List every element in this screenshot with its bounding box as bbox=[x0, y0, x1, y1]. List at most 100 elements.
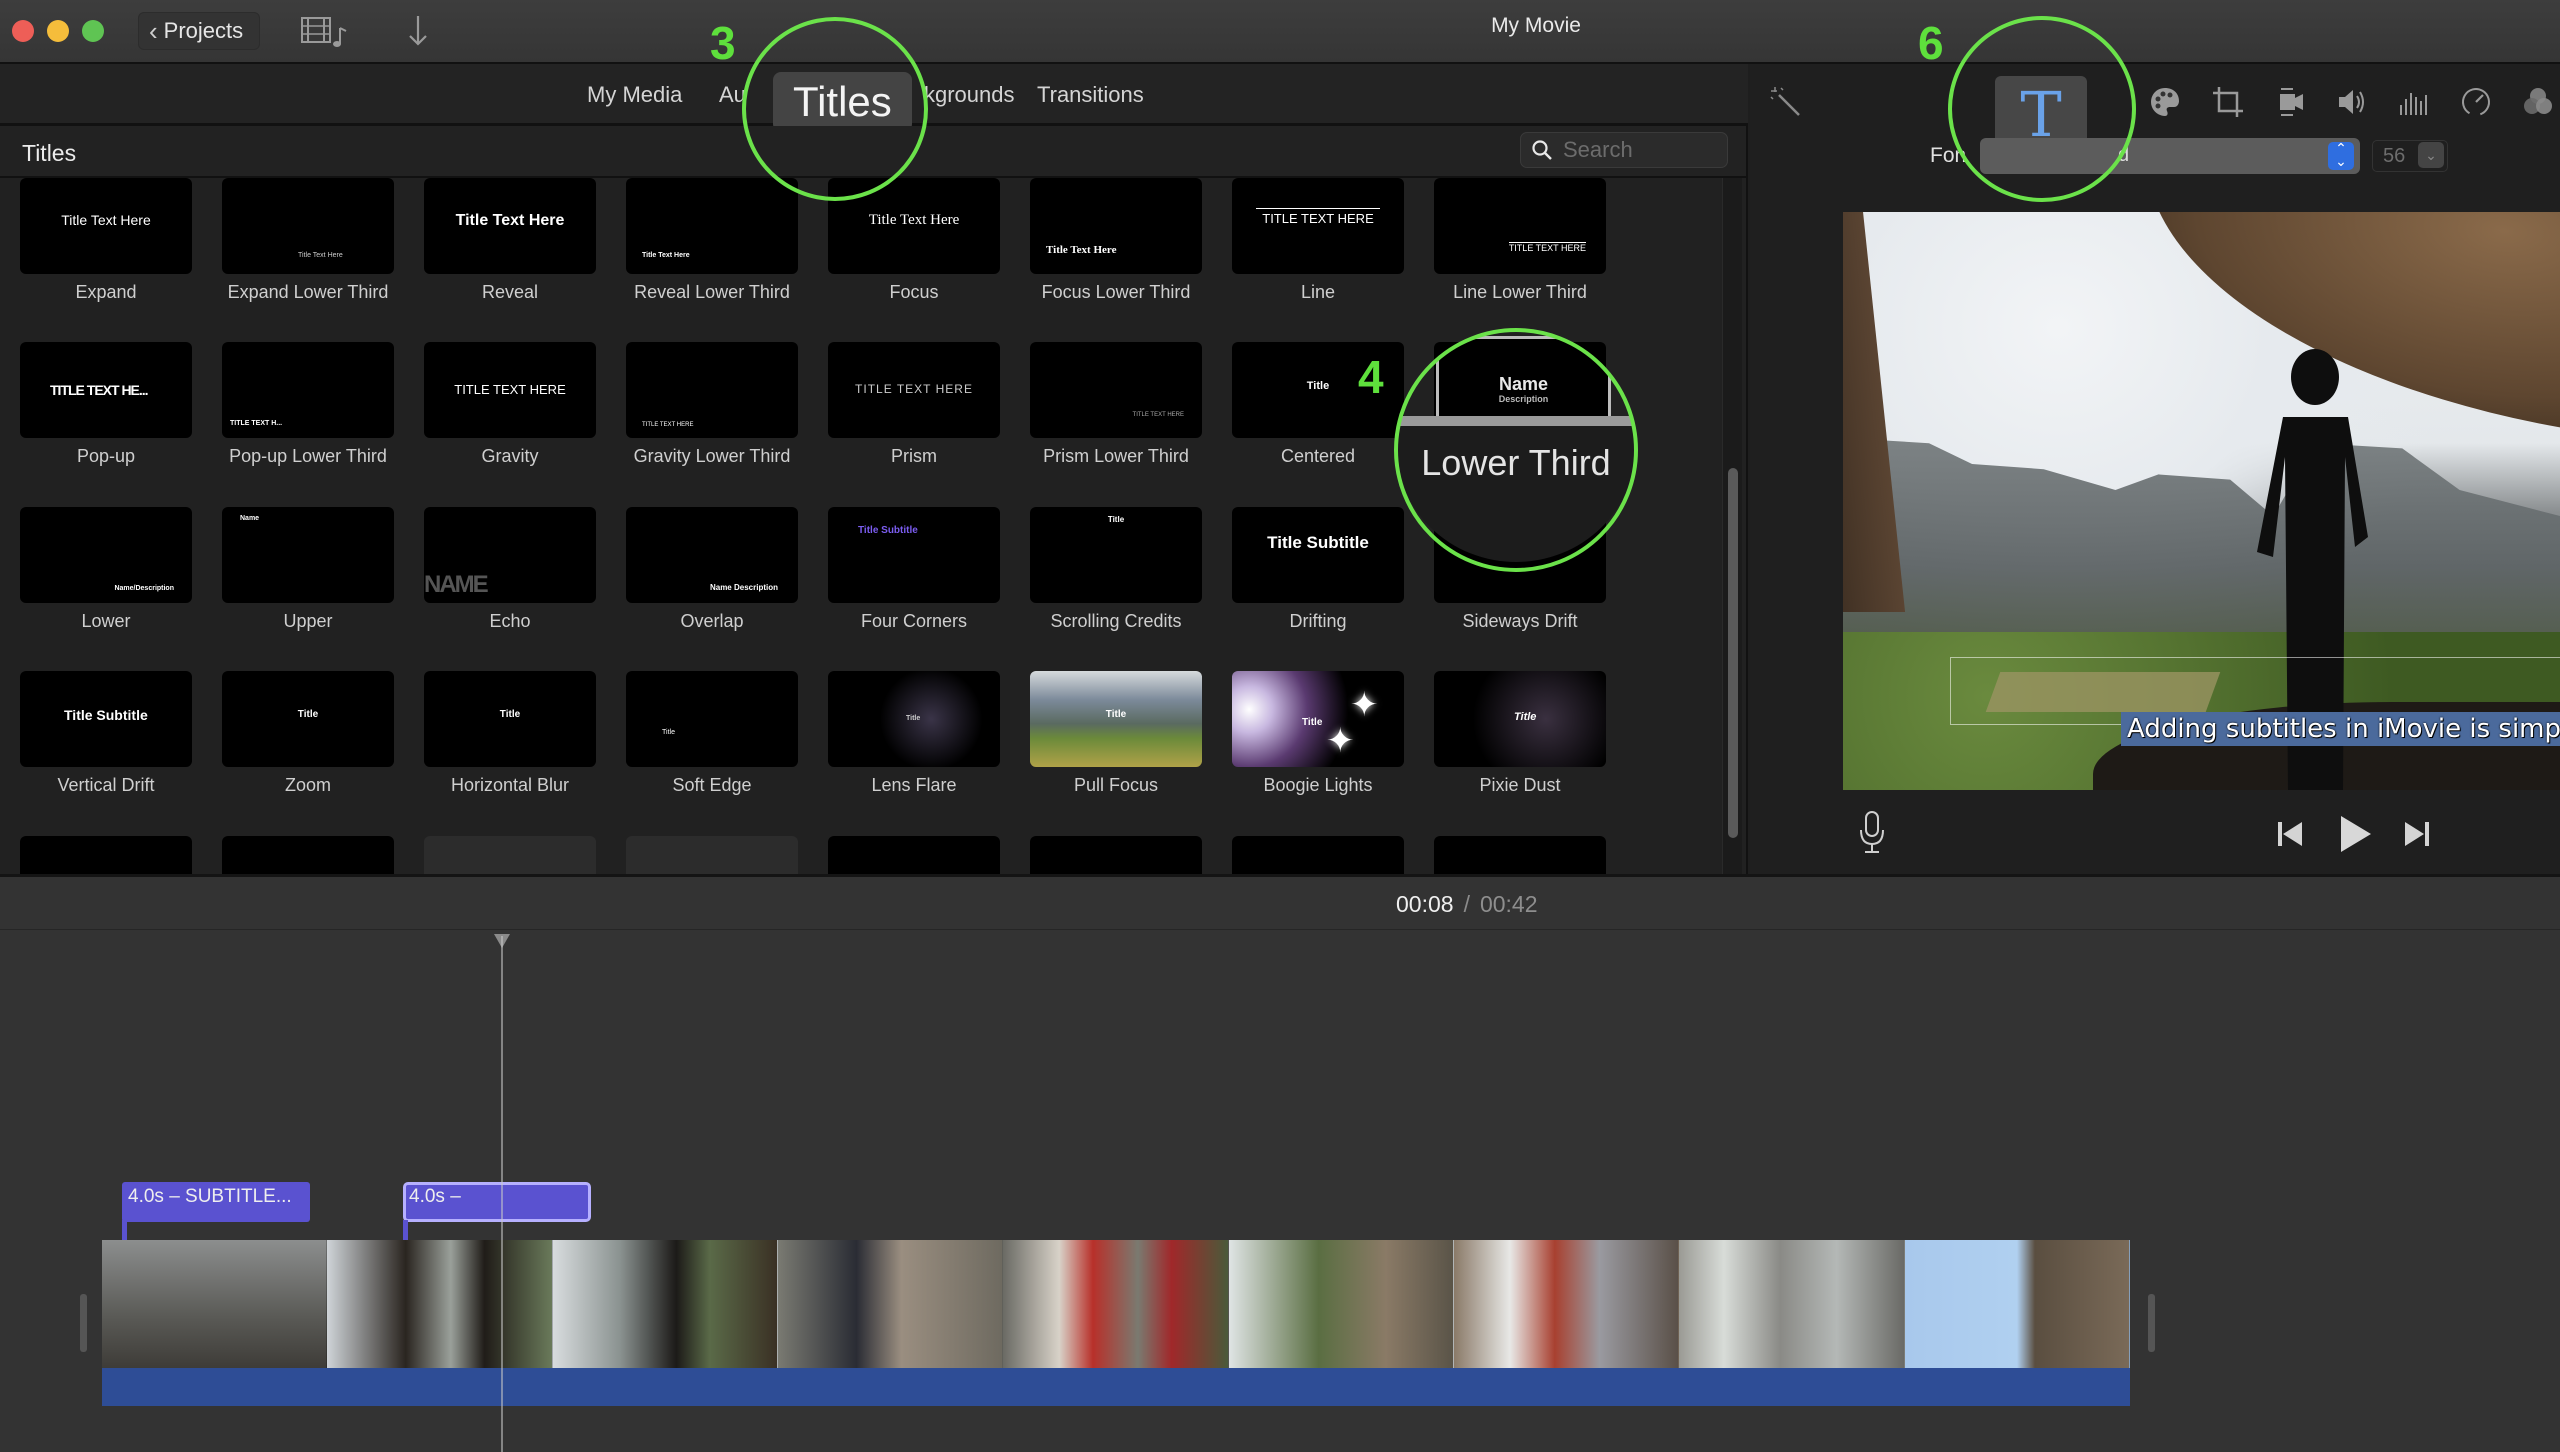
title-thumbnail[interactable]: Name Description bbox=[626, 507, 798, 603]
title-thumbnail[interactable]: Title bbox=[1434, 671, 1606, 767]
play-icon[interactable] bbox=[2337, 814, 2373, 854]
title-thumbnail[interactable]: Title Text Here bbox=[828, 178, 1000, 274]
title-thumbnail[interactable]: Title Text Here bbox=[222, 178, 394, 274]
title-item-expand-lower-third[interactable]: Title Text Here Expand Lower Third bbox=[222, 178, 394, 303]
title-thumbnail[interactable]: Title bbox=[424, 671, 596, 767]
title-clip-selected[interactable]: 4.0s – bbox=[403, 1182, 591, 1222]
title-thumbnail[interactable]: TITLE TEXT HERE bbox=[626, 342, 798, 438]
search-field[interactable] bbox=[1520, 132, 1728, 168]
title-thumbnail[interactable]: TITLE TEXT HERE bbox=[424, 342, 596, 438]
title-clip[interactable]: 4.0s – SUBTITLE... bbox=[122, 1182, 310, 1222]
title-item-boogie-lights[interactable]: Title ✦ ✦ Boogie Lights bbox=[1232, 671, 1404, 796]
title-thumbnail[interactable]: Title bbox=[828, 671, 1000, 767]
title-item-partial[interactable] bbox=[1232, 836, 1404, 874]
title-thumbnail[interactable]: Title bbox=[1030, 671, 1202, 767]
title-item-lens-flare[interactable]: Title Lens Flare bbox=[828, 671, 1000, 796]
close-window-button[interactable] bbox=[12, 20, 34, 42]
color-palette-icon[interactable] bbox=[2145, 82, 2185, 122]
grid-scrollbar[interactable] bbox=[1722, 178, 1742, 874]
title-item-echo[interactable]: NAME Echo bbox=[424, 507, 596, 632]
title-item-prism-lower-third[interactable]: TITLE TEXT HERE Prism Lower Third bbox=[1030, 342, 1202, 467]
title-thumbnail[interactable] bbox=[626, 836, 798, 874]
title-item-focus[interactable]: Title Text Here Focus bbox=[828, 178, 1000, 303]
title-thumbnail[interactable]: TITLE TEXT HERE bbox=[828, 342, 1000, 438]
title-thumbnail[interactable]: Title bbox=[626, 671, 798, 767]
title-item-drifting[interactable]: Title Subtitle Drifting bbox=[1232, 507, 1404, 632]
title-item-line[interactable]: TITLE TEXT HERE Line bbox=[1232, 178, 1404, 303]
projects-back-button[interactable]: ‹ Projects bbox=[138, 12, 261, 50]
microphone-icon[interactable] bbox=[1858, 810, 1886, 856]
title-item-upper[interactable]: Name Upper bbox=[222, 507, 394, 632]
title-item-pixie-dust[interactable]: Title Pixie Dust bbox=[1434, 671, 1606, 796]
title-item-pop-up-lower-third[interactable]: TITLE TEXT H... Pop-up Lower Third bbox=[222, 342, 394, 467]
title-thumbnail[interactable] bbox=[20, 836, 192, 874]
fullscreen-window-button[interactable] bbox=[82, 20, 104, 42]
title-item-prism[interactable]: TITLE TEXT HERE Prism bbox=[828, 342, 1000, 467]
skip-forward-icon[interactable] bbox=[2402, 819, 2432, 849]
title-thumbnail[interactable] bbox=[424, 836, 596, 874]
title-item-horizontal-blur[interactable]: Title Horizontal Blur bbox=[424, 671, 596, 796]
title-thumbnail[interactable]: TITLE TEXT HERE bbox=[1030, 342, 1202, 438]
video-clip-filmstrip[interactable] bbox=[102, 1240, 2130, 1368]
title-thumbnail[interactable] bbox=[1232, 836, 1404, 874]
title-thumbnail[interactable]: Title Text Here bbox=[424, 178, 596, 274]
playhead[interactable] bbox=[501, 936, 503, 1452]
title-item-partial[interactable] bbox=[626, 836, 798, 874]
tab-my-media[interactable]: My Media bbox=[587, 82, 682, 108]
subtitle-overlay-text[interactable]: Adding subtitles in iMovie is simp bbox=[2121, 712, 2560, 746]
tab-transitions[interactable]: Transitions bbox=[1037, 82, 1144, 108]
title-thumbnail[interactable]: TITLE TEXT H... bbox=[222, 342, 394, 438]
title-item-vertical-drift[interactable]: Title Subtitle Vertical Drift bbox=[20, 671, 192, 796]
title-thumbnail[interactable] bbox=[1030, 836, 1202, 874]
title-item-zoom[interactable]: Title Zoom bbox=[222, 671, 394, 796]
title-thumbnail[interactable]: Title Text Here bbox=[626, 178, 798, 274]
title-item-partial[interactable] bbox=[20, 836, 192, 874]
skip-back-icon[interactable] bbox=[2275, 819, 2305, 849]
timeline[interactable]: 4.0s – SUBTITLE... 4.0s – bbox=[0, 930, 2560, 1452]
title-item-gravity[interactable]: TITLE TEXT HERE Gravity bbox=[424, 342, 596, 467]
title-item-four-corners[interactable]: Title Subtitle Four Corners bbox=[828, 507, 1000, 632]
title-item-line-lower-third[interactable]: TITLE TEXT HERE Line Lower Third bbox=[1434, 178, 1606, 303]
title-thumbnail[interactable]: Title Text Here bbox=[1030, 178, 1202, 274]
title-thumbnail[interactable]: Title Subtitle bbox=[828, 507, 1000, 603]
title-thumbnail[interactable]: Title bbox=[1030, 507, 1202, 603]
title-thumbnail[interactable]: Title Subtitle bbox=[1232, 507, 1404, 603]
font-select[interactable]: d ⌃ ⌄ 56 ⌄ bbox=[1980, 138, 2560, 174]
title-thumbnail[interactable]: TITLE TEXT HERE bbox=[1232, 178, 1404, 274]
speed-gauge-icon[interactable] bbox=[2456, 82, 2496, 122]
title-thumbnail[interactable] bbox=[828, 836, 1000, 874]
title-thumbnail[interactable]: NAME bbox=[424, 507, 596, 603]
title-item-gravity-lower-third[interactable]: TITLE TEXT HERE Gravity Lower Third bbox=[626, 342, 798, 467]
equalizer-icon[interactable] bbox=[2394, 82, 2434, 122]
search-input[interactable] bbox=[1563, 137, 1713, 163]
lower-third-callout[interactable]: Name Description Lower Third bbox=[1396, 330, 1636, 562]
title-thumbnail[interactable]: TITLE TEXT HERE bbox=[1434, 178, 1606, 274]
title-item-focus-lower-third[interactable]: Title Text Here Focus Lower Third bbox=[1030, 178, 1202, 303]
crop-icon[interactable] bbox=[2208, 82, 2248, 122]
tab-titles[interactable]: Titles bbox=[773, 72, 912, 132]
title-item-pull-focus[interactable]: Title Pull Focus bbox=[1030, 671, 1202, 796]
minimize-window-button[interactable] bbox=[47, 20, 69, 42]
title-item-partial[interactable] bbox=[222, 836, 394, 874]
timeline-start-handle[interactable] bbox=[80, 1294, 87, 1352]
title-thumbnail[interactable] bbox=[222, 836, 394, 874]
title-item-pop-up[interactable]: TITLE TEXT HE... Pop-up bbox=[20, 342, 192, 467]
title-item-partial[interactable] bbox=[424, 836, 596, 874]
title-thumbnail[interactable]: Name bbox=[222, 507, 394, 603]
title-item-partial[interactable] bbox=[828, 836, 1000, 874]
title-thumbnail[interactable]: Title Text Here bbox=[20, 178, 192, 274]
title-item-soft-edge[interactable]: Title Soft Edge bbox=[626, 671, 798, 796]
font-select-box[interactable]: d bbox=[1980, 138, 2360, 174]
timeline-end-handle[interactable] bbox=[2148, 1294, 2155, 1352]
magic-wand-icon[interactable] bbox=[1766, 82, 1806, 122]
title-thumbnail[interactable]: Title bbox=[222, 671, 394, 767]
title-item-reveal-lower-third[interactable]: Title Text Here Reveal Lower Third bbox=[626, 178, 798, 303]
import-arrow-icon[interactable] bbox=[400, 12, 436, 50]
title-thumbnail[interactable]: Name/Description bbox=[20, 507, 192, 603]
title-item-reveal[interactable]: Title Text Here Reveal bbox=[424, 178, 596, 303]
title-item-lower[interactable]: Name/Description Lower bbox=[20, 507, 192, 632]
title-item-overlap[interactable]: Name Description Overlap bbox=[626, 507, 798, 632]
title-thumbnail[interactable]: TITLE TEXT HE... bbox=[20, 342, 192, 438]
volume-icon[interactable] bbox=[2332, 82, 2372, 122]
font-select-stepper-icon[interactable]: ⌃ ⌄ bbox=[2328, 141, 2354, 170]
